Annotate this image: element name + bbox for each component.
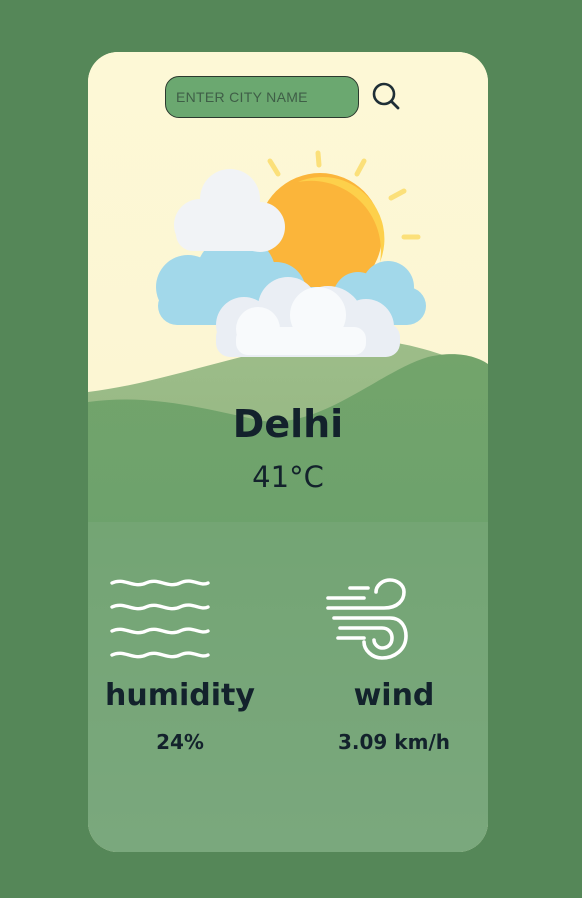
humidity-value: 24%	[156, 730, 204, 754]
city-name: Delhi	[232, 402, 344, 446]
wind-label: wind	[353, 678, 435, 713]
humidity-label: humidity	[105, 678, 255, 713]
search-button[interactable]	[370, 80, 404, 114]
search-icon	[372, 82, 400, 110]
wind-icon	[326, 578, 408, 660]
weather-card: Delhi 41°C humidity 24% wind 3.09 km/h	[88, 52, 488, 852]
wind-speed-value: 3.09 km/h	[338, 730, 450, 754]
humidity-waves-icon	[110, 579, 210, 659]
partly-cloudy-sun-icon	[156, 150, 426, 357]
city-search-input[interactable]	[165, 76, 359, 118]
temperature-value: 41°C	[252, 460, 324, 494]
